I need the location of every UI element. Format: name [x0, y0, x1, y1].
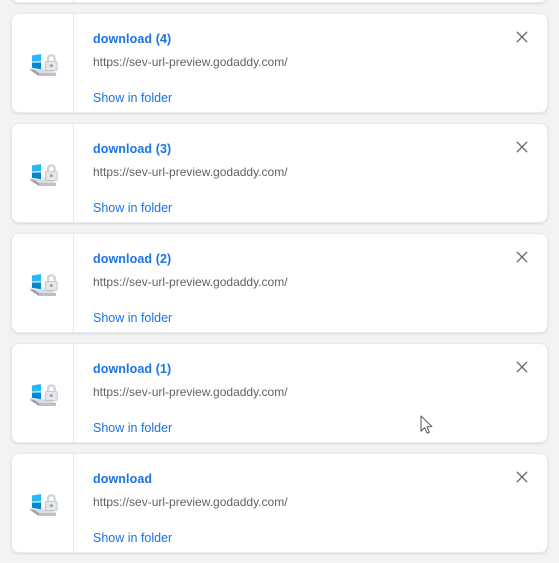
remove-download-button[interactable]	[511, 356, 533, 378]
close-icon	[516, 141, 528, 153]
show-in-folder-button[interactable]: Show in folder	[93, 200, 172, 216]
download-details: download (5) https://sev-url-preview.god…	[74, 0, 547, 2]
download-details: download (1) https://sev-url-preview.god…	[74, 344, 547, 442]
download-file-name[interactable]: download (3)	[93, 142, 171, 157]
show-in-folder-button[interactable]: Show in folder	[93, 90, 172, 106]
downloads-list: download (5) https://sev-url-preview.god…	[0, 0, 559, 563]
show-in-folder-button[interactable]: Show in folder	[93, 420, 172, 436]
download-item-3[interactable]: download (2) https://sev-url-preview.god…	[11, 233, 548, 333]
close-icon	[516, 251, 528, 263]
download-source-url: https://sev-url-preview.godaddy.com/	[93, 275, 288, 289]
show-in-folder-button[interactable]: Show in folder	[93, 310, 172, 326]
show-in-folder-button[interactable]: Show in folder	[93, 530, 172, 546]
download-icon-cell	[12, 454, 74, 552]
download-item-4[interactable]: download (1) https://sev-url-preview.god…	[11, 343, 548, 443]
download-source-url: https://sev-url-preview.godaddy.com/	[93, 165, 288, 179]
download-item-2[interactable]: download (3) https://sev-url-preview.god…	[11, 123, 548, 223]
download-file-name[interactable]: download (2)	[93, 252, 171, 267]
close-icon	[516, 31, 528, 43]
download-item-1[interactable]: download (4) https://sev-url-preview.god…	[11, 13, 548, 113]
download-icon-cell	[12, 124, 74, 222]
windows-executable-lock-icon	[26, 266, 60, 300]
download-file-name[interactable]: download (4)	[93, 32, 171, 47]
download-item-5[interactable]: download https://sev-url-preview.godaddy…	[11, 453, 548, 553]
download-source-url: https://sev-url-preview.godaddy.com/	[93, 495, 288, 509]
download-icon-cell	[12, 234, 74, 332]
remove-download-button[interactable]	[511, 246, 533, 268]
windows-executable-lock-icon	[26, 376, 60, 410]
windows-executable-lock-icon	[26, 156, 60, 190]
download-details: download (4) https://sev-url-preview.god…	[74, 14, 547, 112]
remove-download-button[interactable]	[511, 26, 533, 48]
download-details: download (3) https://sev-url-preview.god…	[74, 124, 547, 222]
download-icon-cell	[12, 14, 74, 112]
download-file-name[interactable]: download	[93, 472, 152, 487]
download-source-url: https://sev-url-preview.godaddy.com/	[93, 55, 288, 69]
download-details: download (2) https://sev-url-preview.god…	[74, 234, 547, 332]
download-item-0[interactable]: download (5) https://sev-url-preview.god…	[11, 0, 548, 3]
close-icon	[516, 471, 528, 483]
windows-executable-lock-icon	[26, 486, 60, 520]
download-file-name[interactable]: download (1)	[93, 362, 171, 377]
download-icon-cell	[12, 0, 74, 2]
download-source-url: https://sev-url-preview.godaddy.com/	[93, 385, 288, 399]
remove-download-button[interactable]	[511, 136, 533, 158]
windows-executable-lock-icon	[26, 46, 60, 80]
close-icon	[516, 361, 528, 373]
download-icon-cell	[12, 344, 74, 442]
remove-download-button[interactable]	[511, 466, 533, 488]
download-details: download https://sev-url-preview.godaddy…	[74, 454, 547, 552]
